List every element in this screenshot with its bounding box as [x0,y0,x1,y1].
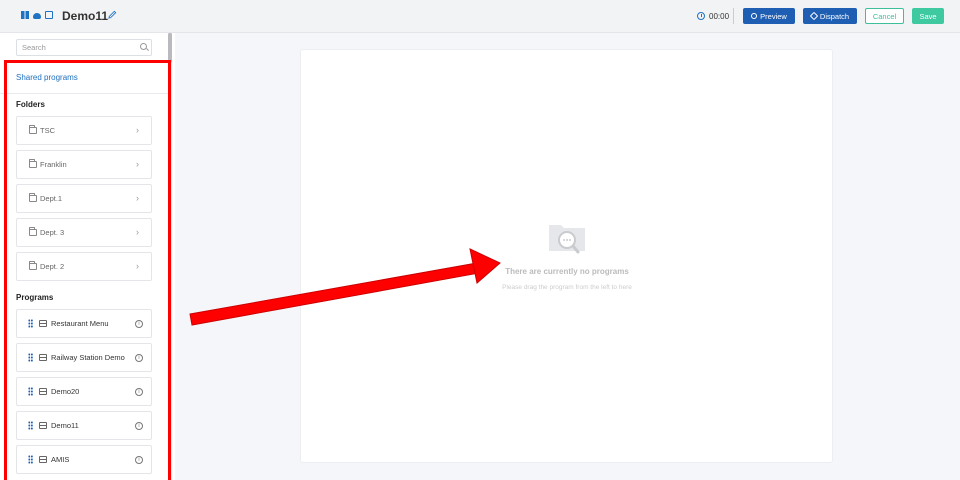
folder-item[interactable]: Franklin › [16,150,152,179]
program-icon [39,422,47,429]
preview-button[interactable]: Preview [743,8,795,24]
empty-state-subtitle: Please drag the program from the left to… [502,284,632,291]
program-label: Demo11 [51,421,79,430]
chevron-right-icon: › [136,227,139,237]
info-icon[interactable]: i [135,320,143,328]
windows-icon [21,11,29,19]
save-button[interactable]: Save [912,8,944,24]
shared-programs-link[interactable]: Shared programs [16,73,78,82]
drag-handle-icon[interactable] [28,319,33,328]
folder-icon [29,227,37,236]
drag-handle-icon[interactable] [28,455,33,464]
info-icon[interactable]: i [135,422,143,430]
sidebar-divider [0,93,168,94]
sidebar-scrollbar[interactable] [168,33,172,480]
edit-icon[interactable] [108,10,117,19]
folder-label: Franklin [40,160,67,169]
folder-label: Dept.1 [40,194,63,203]
folders-heading: Folders [16,100,45,109]
screen-icon [45,11,53,19]
cloud-icon [33,13,41,19]
sidebar-scroll-thumb[interactable] [168,33,172,63]
folder-item[interactable]: TSC › [16,116,152,145]
chevron-right-icon: › [136,261,139,271]
folder-label: Dept. 2 [40,262,65,271]
drag-handle-icon[interactable] [28,421,33,430]
program-label: Demo20 [51,387,80,396]
chevron-right-icon: › [136,159,139,169]
platform-icons [21,11,53,19]
program-icon [39,388,47,395]
program-icon [39,456,47,463]
dispatch-label: Dispatch [819,11,850,21]
program-label: Restaurant Menu [51,319,109,328]
clock-icon [697,12,705,20]
preview-label: Preview [760,11,787,21]
header-divider [733,8,734,24]
empty-folder-search-icon [549,225,585,254]
drag-handle-icon[interactable] [28,353,33,362]
chevron-right-icon: › [136,193,139,203]
page-title: Demo11 [62,9,109,23]
timer-display: 00:00 [709,12,730,21]
folder-item[interactable]: Dept.1 › [16,184,152,213]
dispatch-button[interactable]: Dispatch [803,8,857,24]
info-icon[interactable]: i [135,456,143,464]
program-item[interactable]: Demo20 i [16,377,152,406]
drag-handle-icon[interactable] [28,387,33,396]
program-icon [39,320,47,327]
program-item[interactable]: Demo11 i [16,411,152,440]
folder-icon [29,193,37,202]
folder-item[interactable]: Dept. 2 › [16,252,152,281]
program-item[interactable]: Railway Station Demo i [16,343,152,372]
empty-state-title: There are currently no programs [505,267,629,276]
programs-heading: Programs [16,293,54,302]
rocket-icon [809,11,819,21]
chevron-right-icon: › [136,125,139,135]
folder-icon [29,261,37,270]
folder-label: Dept. 3 [40,228,65,237]
folder-icon [29,159,37,168]
search-input[interactable]: Search [16,39,152,56]
program-item[interactable]: Restaurant Menu i [16,309,152,338]
folder-item[interactable]: Dept. 3 › [16,218,152,247]
info-icon[interactable]: i [135,388,143,396]
program-item[interactable]: AMIS i [16,445,152,474]
cancel-button[interactable]: Cancel [865,8,904,24]
program-label: Railway Station Demo [51,353,125,362]
folder-icon [29,125,37,134]
search-icon[interactable] [140,43,147,50]
info-icon[interactable]: i [135,354,143,362]
folder-label: TSC [40,126,55,135]
program-label: AMIS [51,455,70,464]
program-icon [39,354,47,361]
play-icon [751,13,758,19]
